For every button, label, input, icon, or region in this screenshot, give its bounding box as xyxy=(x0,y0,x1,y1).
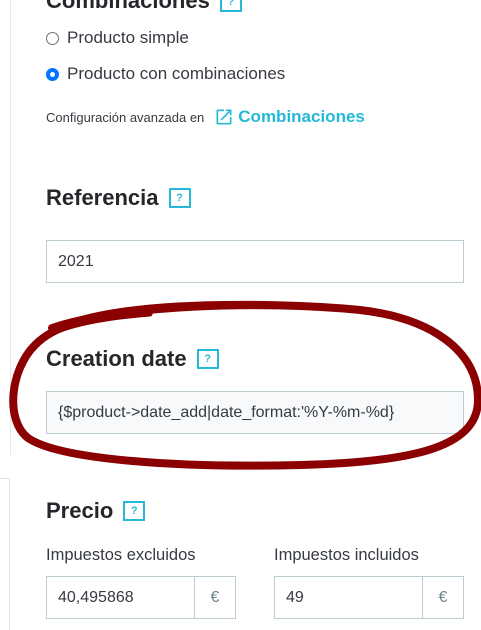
price-incl-input[interactable]: 49 xyxy=(275,577,422,618)
price-excl-input[interactable]: 40,495868 xyxy=(47,577,194,618)
price-excl-group: 40,495868 € xyxy=(46,576,236,619)
creation-date-title-text: Creation date xyxy=(46,346,187,371)
help-icon[interactable]: ? xyxy=(196,349,219,369)
radio-label[interactable]: Producto simple xyxy=(67,28,189,48)
creation-date-title: Creation date ? xyxy=(46,346,219,372)
help-icon[interactable]: ? xyxy=(219,0,242,13)
price-title: Precio ? xyxy=(46,498,146,524)
currency-addon: € xyxy=(194,577,235,618)
radio-simple-product[interactable]: Producto simple xyxy=(46,28,189,48)
creation-date-input[interactable]: {$product->date_add|date_format:'%Y-%m-%… xyxy=(46,391,464,434)
advanced-config-row: Configuración avanzada en Combinaciones xyxy=(46,107,365,127)
help-icon[interactable]: ? xyxy=(123,501,146,521)
help-icon[interactable]: ? xyxy=(168,188,191,208)
currency-addon: € xyxy=(422,577,463,618)
reference-title-text: Referencia xyxy=(46,185,159,210)
combinations-link[interactable]: Combinaciones xyxy=(238,107,365,127)
combinations-title: Combinaciones? xyxy=(46,0,242,14)
radio-button-checked[interactable] xyxy=(46,67,59,81)
price-excl-label: Impuestos excluidos xyxy=(46,546,196,564)
price-incl-label: Impuestos incluidos xyxy=(274,546,419,564)
annotation-ellipse xyxy=(9,300,481,470)
reference-title: Referencia ? xyxy=(46,185,191,211)
price-title-text: Precio xyxy=(46,498,114,523)
external-link-icon[interactable] xyxy=(214,107,234,127)
price-incl-group: 49 € xyxy=(274,576,464,619)
combinations-title-text: Combinaciones xyxy=(46,0,210,13)
reference-input[interactable]: 2021 xyxy=(46,240,464,283)
radio-button[interactable] xyxy=(46,31,59,45)
radio-label[interactable]: Producto con combinaciones xyxy=(67,64,285,84)
panel-left-border xyxy=(10,0,11,455)
advanced-config-text: Configuración avanzada en xyxy=(46,109,205,125)
radio-product-with-combinations[interactable]: Producto con combinaciones xyxy=(46,64,285,84)
panel-left-border-lower xyxy=(0,478,10,630)
